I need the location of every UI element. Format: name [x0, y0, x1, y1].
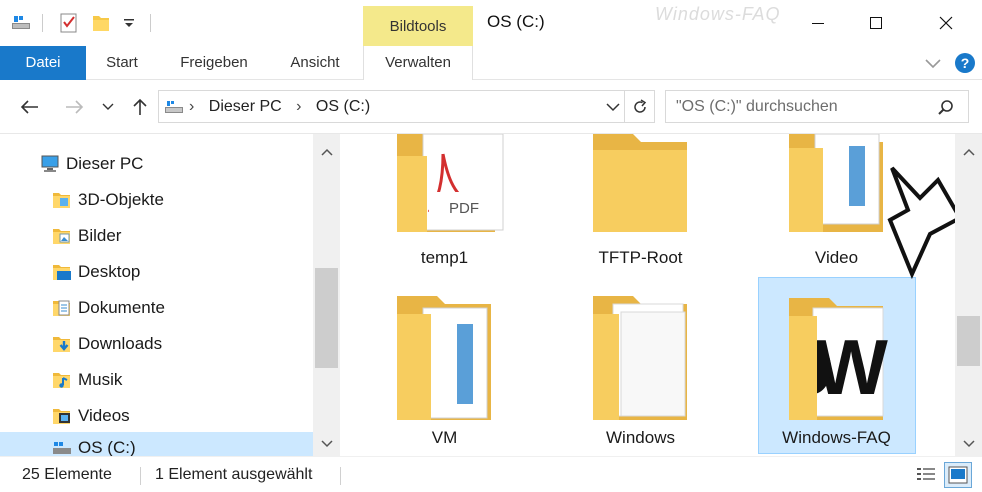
address-row: › Dieser PC › OS (C:)	[0, 80, 982, 134]
selection-count: 1 Element ausgewählt	[155, 466, 313, 483]
close-button[interactable]	[913, 0, 979, 46]
address-bar[interactable]: › Dieser PC › OS (C:)	[158, 90, 625, 123]
properties-icon[interactable]	[10, 12, 32, 34]
recent-locations-button[interactable]	[96, 92, 120, 122]
folder-music-icon	[51, 369, 73, 391]
nav-item-videos[interactable]: Videos	[0, 398, 313, 434]
content-scrollbar[interactable]	[955, 134, 982, 456]
refresh-button[interactable]	[625, 90, 655, 123]
nav-item-label: Dokumente	[78, 298, 165, 317]
nav-item-musik[interactable]: Musik	[0, 362, 313, 398]
breadcrumb-item[interactable]: Dieser PC	[209, 98, 282, 115]
large-icons-view-button[interactable]	[944, 462, 972, 488]
window-title: OS (C:)	[487, 12, 545, 31]
scroll-down-icon[interactable]	[320, 436, 334, 453]
help-icon[interactable]: ?	[954, 52, 976, 74]
svg-text:?: ?	[961, 55, 970, 71]
chevron-right-icon[interactable]: ›	[189, 98, 194, 115]
scroll-up-icon[interactable]	[962, 144, 976, 161]
chevron-right-icon[interactable]: ›	[296, 98, 301, 115]
search-input[interactable]	[676, 91, 926, 122]
file-item-tftp-root[interactable]: TFTP-Root	[563, 134, 718, 274]
folder-docs-icon	[397, 296, 491, 420]
nav-item-label: Downloads	[78, 334, 163, 353]
folder-desktop-icon	[51, 261, 73, 283]
watermark: Windows-FAQ	[655, 4, 781, 24]
maximize-button[interactable]	[843, 0, 909, 46]
details-view-button[interactable]	[913, 462, 939, 488]
scrollbar-thumb[interactable]	[315, 268, 338, 368]
tab-ansicht[interactable]: Ansicht	[276, 46, 354, 80]
file-item-temp1[interactable]: PDF temp1	[367, 134, 522, 274]
nav-item-label: Videos	[78, 406, 130, 425]
folder-pictures-icon	[51, 225, 73, 247]
drive-icon	[51, 438, 73, 456]
scroll-up-icon[interactable]	[320, 144, 334, 161]
folder-files-icon	[593, 296, 687, 420]
status-bar: 25 Elemente 1 Element ausgewählt	[0, 456, 982, 492]
nav-item-dieser-pc[interactable]: Dieser PC	[0, 146, 313, 182]
search-box[interactable]	[665, 90, 969, 123]
nav-item-label: Musik	[78, 370, 123, 389]
nav-item-label: Dieser PC	[66, 154, 144, 173]
file-item-label: Windows	[606, 428, 675, 447]
customize-toolbar-icon[interactable]	[118, 12, 140, 34]
navigation-scrollbar[interactable]	[313, 134, 340, 456]
nav-item-bilder[interactable]: Bilder	[0, 218, 313, 254]
folder-videos-icon	[51, 405, 73, 427]
file-item-vm[interactable]: VM	[367, 294, 522, 454]
details-view-icon	[917, 468, 935, 480]
nav-item-label: 3D-Objekte	[78, 190, 164, 209]
tab-datei[interactable]: Datei	[0, 46, 86, 80]
folder-icon	[593, 134, 687, 232]
tab-start[interactable]: Start	[86, 46, 158, 80]
nav-item-label: OS (C:)	[78, 438, 136, 456]
back-button[interactable]	[14, 92, 44, 122]
pc-icon	[39, 153, 61, 175]
folder-3d-icon	[51, 189, 73, 211]
folder-documents-icon	[51, 297, 73, 319]
address-dropdown-icon[interactable]	[604, 99, 622, 115]
up-button[interactable]	[125, 92, 155, 122]
drive-icon	[164, 98, 184, 116]
nav-item-os-c[interactable]: OS (C:)	[0, 430, 313, 456]
nav-item-3d-objekte[interactable]: 3D-Objekte	[0, 182, 313, 218]
scrollbar-thumb[interactable]	[957, 316, 980, 366]
folder-downloads-icon	[51, 333, 73, 355]
nav-item-label: Desktop	[78, 262, 141, 281]
annotation-arrow-icon	[887, 166, 955, 280]
large-icons-view-icon	[948, 466, 968, 484]
nav-item-label: Bilder	[78, 226, 122, 245]
scroll-down-icon[interactable]	[962, 436, 976, 453]
file-item-label: Windows-FAQ	[782, 428, 891, 447]
file-item-label: VM	[431, 428, 458, 447]
item-count: 25 Elemente	[22, 466, 112, 483]
folder-pdf-icon: PDF	[397, 134, 504, 232]
checklist-icon[interactable]	[58, 12, 80, 34]
new-folder-icon[interactable]	[90, 12, 112, 34]
nav-item-desktop[interactable]: Desktop	[0, 254, 313, 290]
forward-button[interactable]	[60, 92, 90, 122]
ribbon-tabs: Datei Start Freigeben Ansicht Verwalten …	[0, 46, 982, 80]
file-item-label: temp1	[420, 248, 469, 267]
tab-verwalten[interactable]: Verwalten	[363, 46, 473, 80]
title-bar: Bildtools OS (C:) Windows-FAQ	[0, 0, 982, 46]
navigation-pane: Dieser PC 3D-Objekte Bilder Desktop Doku…	[0, 134, 340, 456]
file-list: PDF temp1 TFTP-Root Video VM Windows W W…	[340, 134, 955, 456]
contextual-tab-group: Bildtools	[363, 6, 473, 46]
nav-item-dokumente[interactable]: Dokumente	[0, 290, 313, 326]
expand-ribbon-icon[interactable]	[922, 54, 944, 72]
folder-logo-icon: W	[789, 298, 888, 420]
file-item-windows[interactable]: Windows	[563, 294, 718, 454]
search-icon[interactable]	[936, 98, 956, 118]
breadcrumb-item[interactable]: OS (C:)	[316, 98, 370, 115]
file-item-windows-faq[interactable]: W Windows-FAQ	[759, 294, 914, 454]
nav-item-downloads[interactable]: Downloads	[0, 326, 313, 362]
file-item-label: TFTP-Root	[598, 248, 683, 267]
minimize-button[interactable]	[785, 0, 851, 46]
tab-freigeben[interactable]: Freigeben	[168, 46, 260, 80]
breadcrumb: › Dieser PC › OS (C:)	[189, 91, 380, 122]
